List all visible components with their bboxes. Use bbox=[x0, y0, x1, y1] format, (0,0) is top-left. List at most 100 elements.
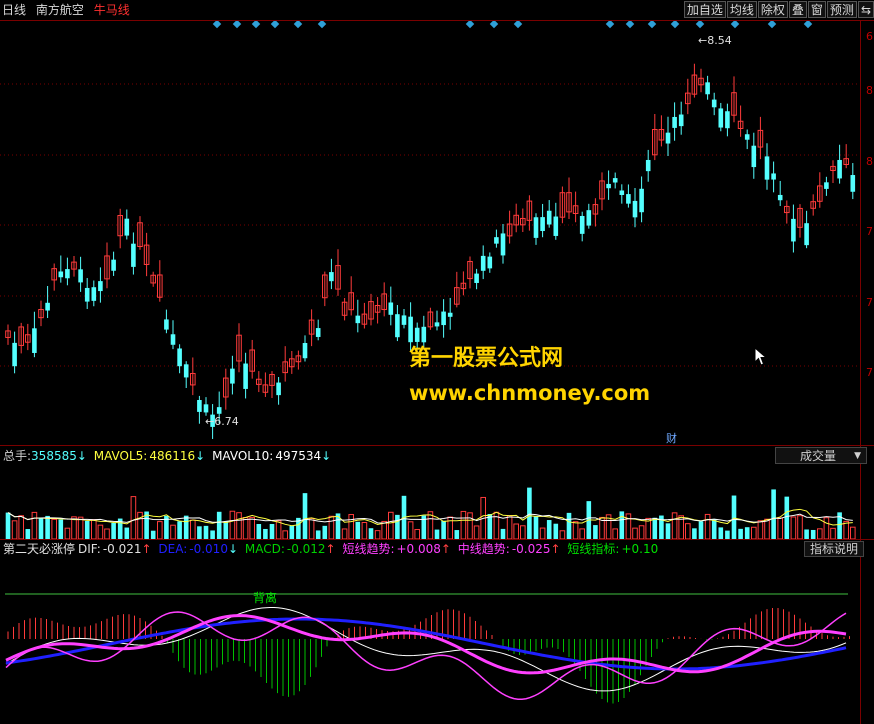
signal-marker-icon bbox=[212, 21, 222, 29]
volume-bar bbox=[797, 515, 803, 539]
volume-bar bbox=[632, 527, 638, 539]
candle-body bbox=[725, 111, 730, 129]
signal-marker-icon bbox=[465, 21, 475, 29]
candle-body bbox=[12, 342, 17, 367]
total-label: 总手: bbox=[3, 449, 32, 463]
indicator-dropdown[interactable]: 成交量 ▼ bbox=[775, 447, 867, 464]
volume-bar bbox=[671, 512, 678, 539]
volume-bar bbox=[322, 525, 328, 539]
candle-body bbox=[131, 243, 136, 267]
volume-bar bbox=[539, 527, 546, 539]
volume-bar bbox=[718, 527, 724, 539]
volume-bar bbox=[91, 519, 97, 539]
toggle-arrows-icon[interactable]: ⇆ bbox=[857, 1, 874, 18]
volume-bar bbox=[704, 513, 711, 539]
axis-border bbox=[860, 20, 861, 724]
mid-trend-label: 中线趋势: bbox=[457, 542, 510, 556]
volume-bar bbox=[388, 511, 394, 539]
mavol10-value: 497534 bbox=[275, 449, 322, 463]
mid-trend-value: -0.025 bbox=[511, 542, 551, 556]
candle-body bbox=[111, 259, 116, 271]
candle-body bbox=[65, 269, 70, 279]
volume-bar bbox=[744, 527, 750, 539]
candle-body bbox=[850, 175, 856, 192]
finance-badge[interactable]: 财 bbox=[666, 430, 677, 446]
volume-bar bbox=[500, 528, 506, 539]
volume-bar bbox=[823, 517, 830, 539]
overlay-button[interactable]: 叠 bbox=[788, 1, 807, 18]
volume-bar bbox=[58, 519, 64, 539]
indicator-name[interactable]: 牛马线 bbox=[94, 3, 130, 17]
volume-bar bbox=[77, 516, 84, 539]
candle-body bbox=[586, 210, 592, 226]
volume-bar bbox=[302, 493, 308, 539]
ex-rights-button[interactable]: 除权 bbox=[757, 1, 788, 18]
candle-body bbox=[546, 210, 552, 225]
candle-body bbox=[197, 400, 202, 412]
candle-body bbox=[744, 134, 750, 140]
candle-body bbox=[500, 233, 506, 256]
volume-bar bbox=[804, 529, 809, 539]
chart-title: 日线 南方航空 牛马线 bbox=[2, 2, 136, 18]
candle-body bbox=[177, 348, 182, 367]
signal-marker-icon bbox=[625, 21, 635, 29]
candle-body bbox=[216, 407, 222, 414]
volume-bar bbox=[38, 517, 44, 539]
macd-label: MACD: bbox=[244, 542, 285, 556]
candle-body bbox=[672, 116, 677, 128]
volume-bar bbox=[341, 528, 348, 539]
indicator-explain-button[interactable]: 指标说明 bbox=[804, 541, 864, 557]
candle-body bbox=[395, 314, 400, 338]
add-favorite-button[interactable]: 加自选 bbox=[683, 1, 726, 18]
signal-marker-icon bbox=[730, 21, 740, 29]
volume-bar bbox=[282, 530, 288, 539]
volume-bar bbox=[137, 511, 143, 539]
volume-bar bbox=[652, 517, 658, 539]
volume-bar bbox=[197, 526, 202, 539]
volume-bar bbox=[559, 530, 566, 539]
volume-bar bbox=[256, 524, 262, 539]
signal-marker-icon bbox=[695, 21, 705, 29]
indicator-chart[interactable] bbox=[0, 559, 860, 723]
forecast-button[interactable]: 预测 bbox=[826, 1, 857, 18]
watermark-title: 第一股票公式网 bbox=[409, 346, 564, 371]
candle-body bbox=[441, 311, 446, 326]
low-price-label: ←6.74 bbox=[205, 415, 239, 428]
volume-bar bbox=[368, 528, 374, 539]
candle-body bbox=[124, 218, 130, 236]
window-button[interactable]: 窗 bbox=[807, 1, 826, 18]
macd-value: -0.012 bbox=[286, 542, 326, 556]
volume-bar bbox=[638, 525, 645, 539]
dea-label: DEA: bbox=[158, 542, 188, 556]
ma-button[interactable]: 均线 bbox=[726, 1, 757, 18]
period-label[interactable]: 日线 bbox=[2, 3, 26, 17]
signal-marker-icon bbox=[605, 21, 615, 29]
candle-body bbox=[639, 188, 644, 213]
volume-bar bbox=[269, 523, 275, 539]
candle-body bbox=[32, 328, 37, 353]
candle-body bbox=[480, 255, 486, 271]
signal-marker-icon bbox=[232, 21, 242, 29]
candle-body bbox=[606, 183, 611, 189]
volume-bar bbox=[692, 528, 697, 539]
candle-body bbox=[678, 114, 684, 127]
candle-body bbox=[494, 237, 499, 244]
volume-chart[interactable] bbox=[0, 465, 860, 539]
toolbar-buttons: 加自选 均线 除权 叠 窗 预测 ⇆ bbox=[683, 1, 874, 19]
dea-value: -0.010 bbox=[189, 542, 228, 556]
volume-bar bbox=[738, 528, 743, 539]
divergence-label: 背离 bbox=[253, 591, 278, 605]
volume-bar bbox=[757, 520, 764, 539]
total-value: 358585 bbox=[31, 449, 77, 463]
volume-bar bbox=[289, 526, 295, 539]
signal-marker-icon bbox=[270, 21, 280, 29]
candle-body bbox=[626, 194, 631, 204]
candle-body bbox=[329, 272, 334, 282]
candle-body bbox=[401, 315, 407, 325]
volume-bar bbox=[546, 520, 552, 539]
volume-bar bbox=[150, 530, 156, 539]
volume-bar bbox=[183, 515, 189, 539]
candle-body bbox=[434, 322, 440, 327]
candle-body bbox=[91, 287, 97, 301]
volume-bar bbox=[45, 515, 50, 539]
